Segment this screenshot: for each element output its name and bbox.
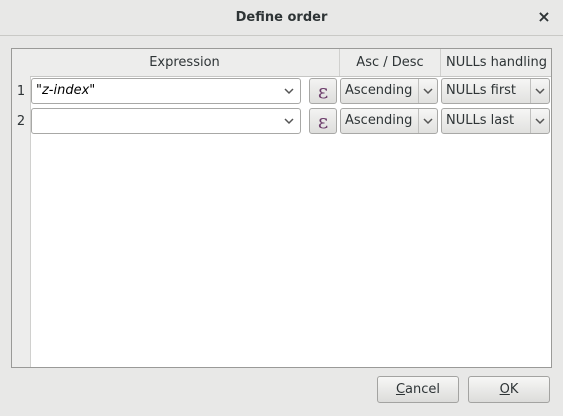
expression-value: "z-index" — [36, 83, 96, 98]
dropdown-button — [418, 79, 437, 103]
column-header-expression[interactable]: Expression — [30, 49, 340, 76]
chevron-down-icon — [284, 118, 294, 125]
chevron-down-icon — [284, 88, 294, 95]
dropdown-button — [418, 109, 437, 133]
expression-combo[interactable]: "z-index" — [31, 78, 301, 104]
epsilon-icon: ε — [317, 79, 329, 103]
chevron-down-icon — [423, 118, 433, 125]
nulls-handling-value: NULLs first — [446, 83, 517, 98]
sort-order-value: Ascending — [345, 113, 413, 128]
nulls-handling-value: NULLs last — [446, 113, 515, 128]
ok-label-rest: K — [509, 382, 519, 397]
cancel-button[interactable]: Cancel — [377, 376, 459, 403]
column-header-nulls-handling[interactable]: NULLs handling — [441, 49, 552, 76]
expression-combo[interactable] — [31, 108, 301, 134]
dialog-title: Define order — [235, 10, 328, 25]
nulls-handling-select[interactable]: NULLs last — [441, 108, 550, 134]
cancel-mnemonic: C — [395, 382, 406, 397]
sort-order-select[interactable]: Ascending — [340, 78, 438, 104]
row-number: 2 — [16, 114, 26, 129]
nulls-handling-select[interactable]: NULLs first — [441, 78, 550, 104]
chevron-down-icon — [535, 118, 545, 125]
ok-mnemonic: O — [499, 382, 510, 397]
expression-builder-button[interactable]: ε — [309, 108, 337, 134]
column-header-asc-desc[interactable]: Asc / Desc — [340, 49, 441, 76]
expression-builder-button[interactable]: ε — [309, 78, 337, 104]
cancel-label-rest: ancel — [405, 382, 441, 397]
close-icon[interactable]: × — [535, 7, 553, 27]
dropdown-button — [530, 79, 549, 103]
epsilon-icon: ε — [317, 109, 329, 133]
order-table: Expression Asc / Desc NULLs handling 1 "… — [11, 48, 552, 368]
table-header: Expression Asc / Desc NULLs handling — [30, 49, 551, 77]
row-number: 1 — [16, 84, 26, 99]
sort-order-value: Ascending — [345, 83, 413, 98]
title-bar: Define order × — [0, 0, 563, 36]
sort-order-select[interactable]: Ascending — [340, 108, 438, 134]
dropdown-button — [530, 109, 549, 133]
chevron-down-icon — [423, 88, 433, 95]
chevron-down-icon — [535, 88, 545, 95]
ok-button[interactable]: OK — [468, 376, 550, 403]
